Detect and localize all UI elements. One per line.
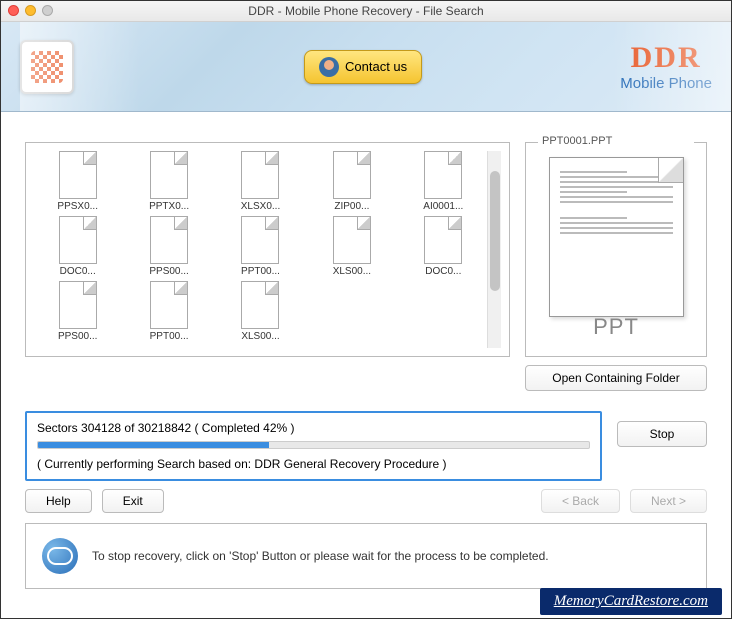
progress-note: ( Currently performing Search based on: … (37, 457, 590, 471)
file-item[interactable]: PPTX0... (125, 151, 212, 212)
file-icon (333, 216, 371, 264)
file-icon (333, 151, 371, 199)
file-name: ZIP00... (334, 201, 369, 212)
file-item[interactable]: DOC0... (34, 216, 121, 277)
progress-bar (37, 441, 590, 449)
file-icon (241, 216, 279, 264)
file-item[interactable]: PPS00... (34, 281, 121, 342)
file-name: XLS00... (333, 266, 371, 277)
contact-us-button[interactable]: Contact us (304, 50, 422, 84)
file-icon (59, 216, 97, 264)
file-name: PPT00... (241, 266, 280, 277)
file-icon (424, 216, 462, 264)
file-name: PPT00... (150, 331, 189, 342)
exit-button[interactable]: Exit (102, 489, 164, 513)
file-icon (150, 216, 188, 264)
file-name: AI0001... (423, 201, 463, 212)
progress-fill (38, 442, 269, 448)
preview-filename: PPT0001.PPT (538, 135, 694, 147)
preview-type-label: PPT (526, 314, 706, 340)
preview-document-icon (549, 157, 684, 317)
file-name: DOC0... (60, 266, 96, 277)
back-button: < Back (541, 489, 620, 513)
window-title: DDR - Mobile Phone Recovery - File Searc… (248, 4, 483, 18)
info-icon (42, 538, 78, 574)
next-button: Next > (630, 489, 707, 513)
file-item[interactable]: XLS00... (308, 216, 395, 277)
file-item[interactable]: XLS00... (217, 281, 304, 342)
file-item[interactable]: DOC0... (400, 216, 487, 277)
brand-title: DDR (620, 41, 712, 75)
file-icon (424, 151, 462, 199)
open-containing-folder-button[interactable]: Open Containing Folder (525, 365, 707, 391)
app-logo (20, 40, 74, 94)
file-name: PPSX0... (57, 201, 98, 212)
file-name: DOC0... (425, 266, 461, 277)
file-icon (150, 151, 188, 199)
footer-link[interactable]: MemoryCardRestore.com (540, 588, 722, 615)
app-header: Contact us DDR Mobile Phone (0, 22, 732, 112)
brand-subtitle: Mobile Phone (620, 75, 712, 92)
scrollbar-thumb[interactable] (490, 171, 500, 291)
scrollbar[interactable] (487, 151, 501, 348)
maximize-window-icon (42, 5, 53, 16)
file-item[interactable]: XLSX0... (217, 151, 304, 212)
person-icon (319, 57, 339, 77)
file-name: PPTX0... (149, 201, 189, 212)
brand-block: DDR Mobile Phone (620, 41, 712, 92)
file-item[interactable]: PPS00... (125, 216, 212, 277)
minimize-window-icon[interactable] (25, 5, 36, 16)
stop-button[interactable]: Stop (617, 421, 707, 447)
tip-text: To stop recovery, click on 'Stop' Button… (92, 549, 549, 563)
tip-panel: To stop recovery, click on 'Stop' Button… (25, 523, 707, 589)
file-item[interactable]: PPSX0... (34, 151, 121, 212)
close-window-icon[interactable] (8, 5, 19, 16)
file-icon (59, 151, 97, 199)
progress-text: Sectors 304128 of 30218842 ( Completed 4… (37, 421, 590, 435)
help-button[interactable]: Help (25, 489, 92, 513)
file-icon (150, 281, 188, 329)
file-icon (241, 151, 279, 199)
file-icon (59, 281, 97, 329)
progress-panel: Sectors 304128 of 30218842 ( Completed 4… (25, 411, 602, 481)
file-name: PPS00... (58, 331, 97, 342)
file-results-panel: PPSX0... PPTX0... XLSX0... ZIP00... AI0001..… (25, 142, 510, 357)
window-titlebar: DDR - Mobile Phone Recovery - File Searc… (0, 0, 732, 22)
file-name: XLSX0... (241, 201, 280, 212)
file-item[interactable]: PPT00... (125, 281, 212, 342)
preview-panel: PPT0001.PPT PPT (525, 142, 707, 357)
file-item[interactable]: AI0001... (400, 151, 487, 212)
contact-label: Contact us (345, 59, 407, 74)
file-icon (241, 281, 279, 329)
file-item[interactable]: ZIP00... (308, 151, 395, 212)
file-name: XLS00... (241, 331, 279, 342)
file-name: PPS00... (149, 266, 188, 277)
file-item[interactable]: PPT00... (217, 216, 304, 277)
